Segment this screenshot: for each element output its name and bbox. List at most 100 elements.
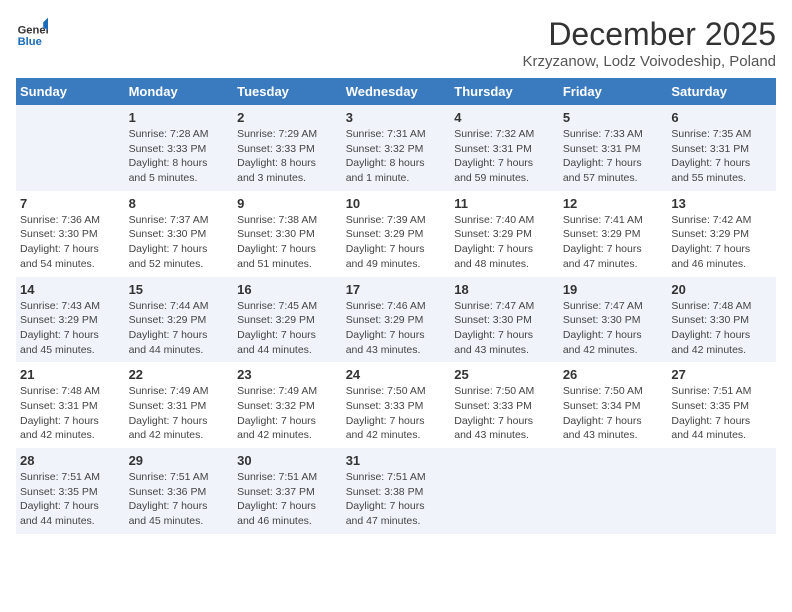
calendar-header-row: SundayMondayTuesdayWednesdayThursdayFrid… xyxy=(16,78,776,105)
day-info: Sunrise: 7:49 AMSunset: 3:32 PMDaylight:… xyxy=(237,384,338,443)
day-number: 17 xyxy=(346,282,447,297)
calendar-cell: 30 Sunrise: 7:51 AMSunset: 3:37 PMDayligh… xyxy=(233,448,342,534)
calendar-cell: 22Sunrise: 7:49 AMSunset: 3:31 PMDayligh… xyxy=(125,362,234,448)
calendar-cell: 8Sunrise: 7:37 AMSunset: 3:30 PMDaylight… xyxy=(125,191,234,277)
day-info: Sunrise: 7:45 AMSunset: 3:29 PMDaylight:… xyxy=(237,299,338,358)
svg-text:Blue: Blue xyxy=(18,36,42,48)
week-row-3: 14Sunrise: 7:43 AMSunset: 3:29 PMDayligh… xyxy=(16,277,776,363)
day-number: 21 xyxy=(20,367,121,382)
calendar-cell xyxy=(559,448,668,534)
day-number: 30 xyxy=(237,453,338,468)
calendar-cell: 28 Sunrise: 7:51 AMSunset: 3:35 PMDayligh… xyxy=(16,448,125,534)
day-number: 27 xyxy=(671,367,772,382)
day-info: Sunrise: 7:32 AMSunset: 3:31 PMDaylight:… xyxy=(454,127,555,186)
col-header-sunday: Sunday xyxy=(16,78,125,105)
calendar-cell: 17 Sunrise: 7:46 AMSunset: 3:29 PMDayligh… xyxy=(342,277,451,363)
day-info: Sunrise: 7:51 AMSunset: 3:35 PMDaylight:… xyxy=(20,470,121,529)
calendar-cell: 20 Sunrise: 7:48 AMSunset: 3:30 PMDayligh… xyxy=(667,277,776,363)
day-info: Sunrise: 7:35 AMSunset: 3:31 PMDaylight:… xyxy=(671,127,772,186)
day-number: 12 xyxy=(563,196,664,211)
day-number: 16 xyxy=(237,282,338,297)
day-number: 10 xyxy=(346,196,447,211)
day-number: 7 xyxy=(20,196,121,211)
day-info: Sunrise: 7:51 AMSunset: 3:35 PMDaylight:… xyxy=(671,384,772,443)
day-number: 9 xyxy=(237,196,338,211)
day-number: 29 xyxy=(129,453,230,468)
day-info: Sunrise: 7:50 AMSunset: 3:33 PMDaylight:… xyxy=(346,384,447,443)
calendar-cell: 7 Sunrise: 7:36 AMSunset: 3:30 PMDaylight… xyxy=(16,191,125,277)
calendar-cell: 19Sunrise: 7:47 AMSunset: 3:30 PMDayligh… xyxy=(559,277,668,363)
day-info: Sunrise: 7:38 AMSunset: 3:30 PMDaylight:… xyxy=(237,213,338,272)
day-number: 24 xyxy=(346,367,447,382)
calendar-cell: 25 Sunrise: 7:50 AMSunset: 3:33 PMDayligh… xyxy=(450,362,559,448)
day-number: 15 xyxy=(129,282,230,297)
calendar-cell: 12 Sunrise: 7:41 AMSunset: 3:29 PMDayligh… xyxy=(559,191,668,277)
calendar-cell: 18 Sunrise: 7:47 AMSunset: 3:30 PMDayligh… xyxy=(450,277,559,363)
calendar-cell: 13Sunrise: 7:42 AMSunset: 3:29 PMDayligh… xyxy=(667,191,776,277)
week-row-4: 21 Sunrise: 7:48 AMSunset: 3:31 PMDayligh… xyxy=(16,362,776,448)
calendar-table: SundayMondayTuesdayWednesdayThursdayFrid… xyxy=(16,78,776,534)
calendar-cell xyxy=(16,105,125,191)
day-number: 28 xyxy=(20,453,121,468)
logo-icon: General Blue xyxy=(16,16,48,48)
day-info: Sunrise: 7:28 AMSunset: 3:33 PMDaylight:… xyxy=(129,127,230,186)
day-number: 19 xyxy=(563,282,664,297)
title-block: December 2025 Krzyzanow, Lodz Voivodeshi… xyxy=(523,16,777,70)
day-info: Sunrise: 7:49 AMSunset: 3:31 PMDaylight:… xyxy=(129,384,230,443)
calendar-cell: 4 Sunrise: 7:32 AMSunset: 3:31 PMDaylight… xyxy=(450,105,559,191)
calendar-cell: 2 Sunrise: 7:29 AMSunset: 3:33 PMDaylight… xyxy=(233,105,342,191)
day-info: Sunrise: 7:31 AMSunset: 3:32 PMDaylight:… xyxy=(346,127,447,186)
logo: General Blue xyxy=(16,16,48,48)
day-number: 25 xyxy=(454,367,555,382)
day-info: Sunrise: 7:33 AMSunset: 3:31 PMDaylight:… xyxy=(563,127,664,186)
calendar-cell xyxy=(450,448,559,534)
day-number: 2 xyxy=(237,110,338,125)
day-info: Sunrise: 7:48 AMSunset: 3:31 PMDaylight:… xyxy=(20,384,121,443)
day-info: Sunrise: 7:50 AMSunset: 3:33 PMDaylight:… xyxy=(454,384,555,443)
calendar-cell xyxy=(667,448,776,534)
day-info: Sunrise: 7:42 AMSunset: 3:29 PMDaylight:… xyxy=(671,213,772,272)
day-info: Sunrise: 7:37 AMSunset: 3:30 PMDaylight:… xyxy=(129,213,230,272)
col-header-monday: Monday xyxy=(125,78,234,105)
calendar-cell: 1 Sunrise: 7:28 AMSunset: 3:33 PMDaylight… xyxy=(125,105,234,191)
day-info: Sunrise: 7:48 AMSunset: 3:30 PMDaylight:… xyxy=(671,299,772,358)
day-info: Sunrise: 7:51 AMSunset: 3:37 PMDaylight:… xyxy=(237,470,338,529)
calendar-cell: 6Sunrise: 7:35 AMSunset: 3:31 PMDaylight… xyxy=(667,105,776,191)
day-number: 26 xyxy=(563,367,664,382)
day-number: 4 xyxy=(454,110,555,125)
calendar-cell: 26 Sunrise: 7:50 AMSunset: 3:34 PMDayligh… xyxy=(559,362,668,448)
calendar-cell: 16 Sunrise: 7:45 AMSunset: 3:29 PMDayligh… xyxy=(233,277,342,363)
calendar-cell: 31Sunrise: 7:51 AMSunset: 3:38 PMDayligh… xyxy=(342,448,451,534)
week-row-5: 28 Sunrise: 7:51 AMSunset: 3:35 PMDayligh… xyxy=(16,448,776,534)
day-number: 3 xyxy=(346,110,447,125)
calendar-cell: 10Sunrise: 7:39 AMSunset: 3:29 PMDayligh… xyxy=(342,191,451,277)
day-info: Sunrise: 7:47 AMSunset: 3:30 PMDaylight:… xyxy=(454,299,555,358)
calendar-cell: 5Sunrise: 7:33 AMSunset: 3:31 PMDaylight… xyxy=(559,105,668,191)
day-info: Sunrise: 7:41 AMSunset: 3:29 PMDaylight:… xyxy=(563,213,664,272)
day-info: Sunrise: 7:43 AMSunset: 3:29 PMDaylight:… xyxy=(20,299,121,358)
day-number: 23 xyxy=(237,367,338,382)
col-header-saturday: Saturday xyxy=(667,78,776,105)
calendar-cell: 11Sunrise: 7:40 AMSunset: 3:29 PMDayligh… xyxy=(450,191,559,277)
day-number: 18 xyxy=(454,282,555,297)
calendar-cell: 3 Sunrise: 7:31 AMSunset: 3:32 PMDaylight… xyxy=(342,105,451,191)
week-row-2: 7 Sunrise: 7:36 AMSunset: 3:30 PMDaylight… xyxy=(16,191,776,277)
page-header: General Blue December 2025 Krzyzanow, Lo… xyxy=(16,16,776,70)
calendar-cell: 15 Sunrise: 7:44 AMSunset: 3:29 PMDayligh… xyxy=(125,277,234,363)
day-info: Sunrise: 7:29 AMSunset: 3:33 PMDaylight:… xyxy=(237,127,338,186)
day-number: 20 xyxy=(671,282,772,297)
calendar-cell: 24 Sunrise: 7:50 AMSunset: 3:33 PMDayligh… xyxy=(342,362,451,448)
day-info: Sunrise: 7:51 AMSunset: 3:36 PMDaylight:… xyxy=(129,470,230,529)
day-info: Sunrise: 7:50 AMSunset: 3:34 PMDaylight:… xyxy=(563,384,664,443)
col-header-tuesday: Tuesday xyxy=(233,78,342,105)
day-info: Sunrise: 7:40 AMSunset: 3:29 PMDaylight:… xyxy=(454,213,555,272)
day-number: 31 xyxy=(346,453,447,468)
day-info: Sunrise: 7:44 AMSunset: 3:29 PMDaylight:… xyxy=(129,299,230,358)
calendar-cell: 23 Sunrise: 7:49 AMSunset: 3:32 PMDayligh… xyxy=(233,362,342,448)
location-subtitle: Krzyzanow, Lodz Voivodeship, Poland xyxy=(523,53,777,70)
day-info: Sunrise: 7:36 AMSunset: 3:30 PMDaylight:… xyxy=(20,213,121,272)
calendar-cell: 9 Sunrise: 7:38 AMSunset: 3:30 PMDaylight… xyxy=(233,191,342,277)
calendar-cell: 21 Sunrise: 7:48 AMSunset: 3:31 PMDayligh… xyxy=(16,362,125,448)
day-info: Sunrise: 7:46 AMSunset: 3:29 PMDaylight:… xyxy=(346,299,447,358)
day-number: 1 xyxy=(129,110,230,125)
